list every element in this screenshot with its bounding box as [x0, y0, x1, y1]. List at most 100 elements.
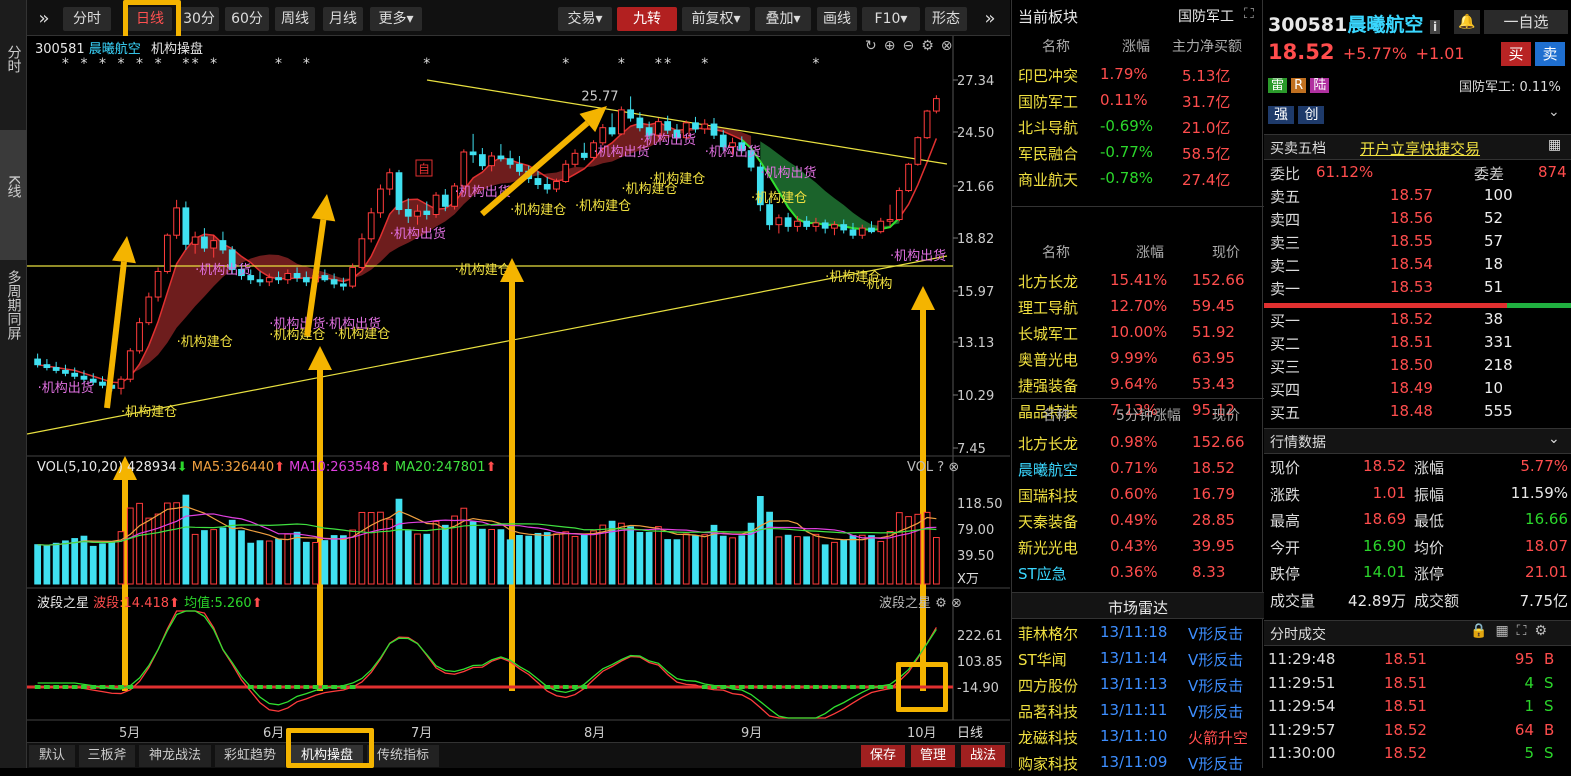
settings-icon[interactable]: ⚙	[935, 596, 947, 611]
collapse-right-icon[interactable]: »	[977, 7, 1003, 31]
bid-row[interactable]: 买五 18.48 555	[1264, 401, 1571, 424]
refresh-icon[interactable]: ↻	[865, 38, 884, 54]
ask-row[interactable]: 卖三 18.55 57	[1264, 231, 1571, 254]
speed-row[interactable]: 天秦装备 0.49% 28.85	[1012, 508, 1264, 534]
calculator-icon[interactable]: ▦	[1495, 623, 1516, 639]
ask-row[interactable]: 卖五 18.57 100	[1264, 185, 1571, 208]
tab-default[interactable]: 默认	[29, 745, 75, 767]
ask-row[interactable]: 卖四 18.56 52	[1264, 208, 1571, 231]
side-tab-timeshare[interactable]: 分时	[0, 45, 27, 85]
radar-row[interactable]: 四方股份 13/11:13 V形反击	[1012, 672, 1264, 698]
speed-row[interactable]: 晨曦航空 0.71% 18.52	[1012, 456, 1264, 482]
period-60min[interactable]: 60分	[225, 7, 269, 31]
create-button[interactable]: 创	[1298, 106, 1325, 124]
current-sector[interactable]: 国防军工	[1178, 6, 1234, 26]
bid-row[interactable]: 买三 18.50 218	[1264, 355, 1571, 378]
open-account-link[interactable]: 开户立享快捷交易	[1360, 138, 1480, 159]
overlay-dropdown[interactable]: 叠加▾	[755, 7, 811, 31]
expand-icon[interactable]: »	[31, 7, 57, 31]
buy-button[interactable]: 买	[1501, 42, 1531, 66]
ticks-controls[interactable]: 🔒▦⛶⚙	[1470, 623, 1555, 639]
calculator-icon[interactable]: ▦	[1548, 137, 1561, 153]
expand-icon[interactable]: ⛶	[1244, 6, 1254, 22]
radar-row[interactable]: 菲林格尔 13/11:18 V形反击	[1012, 620, 1264, 646]
bell-icon[interactable]: 🔔	[1454, 10, 1480, 34]
tab-shenlong[interactable]: 神龙战法	[139, 745, 211, 767]
chevron-down-icon[interactable]: ⌄	[1548, 431, 1560, 447]
radar-row[interactable]: 品茗科技 13/11:11 V形反击	[1012, 698, 1264, 724]
leader-row[interactable]: 捷强装备 9.64% 53.43	[1012, 372, 1264, 398]
help-icon[interactable]: ?	[937, 460, 944, 475]
stats-row[interactable]: 跌停 14.01 涨停 21.01	[1264, 562, 1571, 585]
lock-icon[interactable]: 🔒	[1470, 623, 1495, 639]
ask-row[interactable]: 卖二 18.54 18	[1264, 254, 1571, 277]
add-watchlist-button[interactable]: 一自选	[1484, 10, 1568, 34]
period-timeshare[interactable]: 分时	[63, 7, 111, 31]
f10-dropdown[interactable]: F10▾	[862, 7, 920, 31]
ask-row[interactable]: 卖一 18.53 51	[1264, 277, 1571, 300]
sell-button[interactable]: 卖	[1535, 42, 1565, 66]
speed-row[interactable]: 新光光电 0.43% 39.95	[1012, 534, 1264, 560]
chevron-down-icon[interactable]: ⌄	[1548, 104, 1560, 120]
tab-rainbow[interactable]: 彩虹趋势	[215, 745, 285, 767]
tab-three-axe[interactable]: 三板斧	[79, 745, 135, 767]
tag-r[interactable]: R	[1291, 78, 1307, 93]
period-monthly[interactable]: 月线	[323, 7, 363, 31]
trade-dropdown[interactable]: 交易▾	[558, 7, 612, 31]
sector-row[interactable]: 军民融合 -0.77% 58.5亿	[1012, 140, 1264, 166]
kline-chart-svg[interactable]: 27.34 24.50 21.66 18.82 15.97 13.13 10.29 7.45 2…	[27, 36, 1010, 742]
draw-line-button[interactable]: 画线	[817, 7, 857, 31]
speed-row[interactable]: 国瑞科技 0.60% 16.79	[1012, 482, 1264, 508]
leader-row[interactable]: 长城军工 10.00% 51.92	[1012, 320, 1264, 346]
tab-traditional[interactable]: 传统指标	[367, 745, 439, 767]
bid-row[interactable]: 买二 18.51 331	[1264, 332, 1571, 355]
radar-row[interactable]: 龙磁科技 13/11:10 火箭升空	[1012, 724, 1264, 750]
sector-row[interactable]: 商业航天 -0.78% 27.4亿	[1012, 166, 1264, 192]
tick-row[interactable]: 11:29:54 18.51 1 S	[1264, 696, 1571, 719]
radar-row[interactable]: 购家科技 13/11:09 V形反击	[1012, 750, 1264, 776]
leader-row[interactable]: 理工导航 12.70% 59.45	[1012, 294, 1264, 320]
stats-row[interactable]: 涨跌 1.01 振幅 11.59%	[1264, 483, 1571, 506]
stats-row[interactable]: 今开 16.90 均价 18.07	[1264, 536, 1571, 559]
pattern-button[interactable]: 形态	[925, 7, 967, 31]
sector-row[interactable]: 印巴冲突 1.79% 5.13亿	[1012, 62, 1264, 88]
side-tab-multi-period[interactable]: 多周期同屏	[0, 270, 27, 380]
speed-row[interactable]: 北方长龙 0.98% 152.66	[1012, 430, 1264, 456]
bid-row[interactable]: 买一 18.52 38	[1264, 309, 1571, 332]
save-button[interactable]: 保存	[861, 745, 905, 767]
stats-row[interactable]: 最高 18.69 最低 16.66	[1264, 509, 1571, 532]
strong-button[interactable]: 强	[1268, 106, 1294, 124]
nine-turn-button[interactable]: 九转	[617, 7, 677, 31]
speed-row[interactable]: ST应急 0.36% 8.33	[1012, 560, 1264, 586]
settings-icon[interactable]: ⚙	[921, 38, 941, 54]
radar-row[interactable]: ST华闻 13/11:14 V形反击	[1012, 646, 1264, 672]
sector-row[interactable]: 国防军工 0.11% 31.7亿	[1012, 88, 1264, 114]
expand-icon[interactable]: ⛶	[1517, 623, 1535, 639]
period-30min[interactable]: 30分	[179, 7, 219, 31]
settings-icon[interactable]: ⚙	[1534, 623, 1555, 639]
leader-row[interactable]: 奥普光电 9.99% 63.95	[1012, 346, 1264, 372]
leader-row[interactable]: 北方长龙 15.41% 152.66	[1012, 268, 1264, 294]
tag-lu[interactable]: 陆	[1310, 78, 1330, 93]
tick-row[interactable]: 11:30:00 18.52 5 S	[1264, 743, 1571, 766]
period-more-dropdown[interactable]: 更多▾	[370, 7, 422, 31]
tick-row[interactable]: 11:29:48 18.51 95 B	[1264, 649, 1571, 672]
sector-row[interactable]: 北斗导航 -0.69% 21.0亿	[1012, 114, 1264, 140]
tag-thunder[interactable]: 雷	[1268, 78, 1288, 93]
period-weekly[interactable]: 周线	[275, 7, 315, 31]
close-icon[interactable]: ⊗	[941, 38, 960, 54]
chart-window-controls[interactable]: ↻⊕⊖⚙⊗	[865, 38, 960, 54]
info-icon[interactable]: i	[1429, 20, 1441, 34]
stats-row[interactable]: 成交量 42.89万 成交额 7.75亿	[1264, 589, 1571, 612]
close-icon[interactable]: ⊗	[951, 596, 962, 611]
stats-row[interactable]: 现价 18.52 涨幅 5.77%	[1264, 456, 1571, 479]
bid-row[interactable]: 买四 18.49 10	[1264, 378, 1571, 401]
tick-row[interactable]: 11:29:57 18.52 64 B	[1264, 720, 1571, 743]
manage-button[interactable]: 管理	[911, 745, 955, 767]
strategy-button[interactable]: 战法	[961, 745, 1005, 767]
zoom-out-icon[interactable]: ⊖	[902, 38, 921, 54]
close-icon[interactable]: ⊗	[948, 460, 959, 475]
tick-row[interactable]: 11:29:51 18.51 4 S	[1264, 673, 1571, 696]
side-tab-kline[interactable]: K线	[0, 130, 27, 260]
adjust-dropdown[interactable]: 前复权▾	[682, 7, 750, 31]
